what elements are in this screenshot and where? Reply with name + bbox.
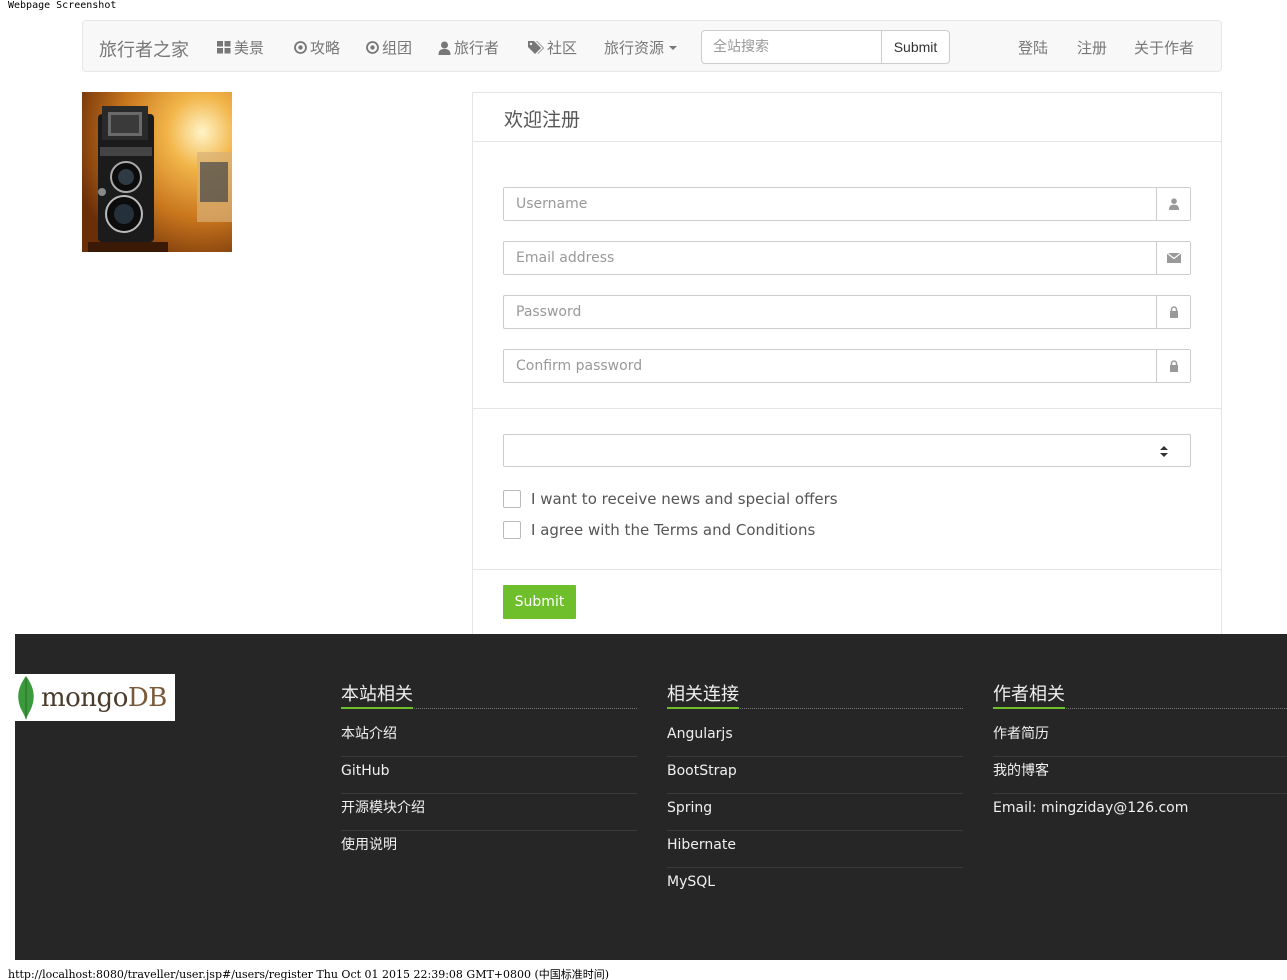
navbar: 旅行者之家 美景 攻略 组团 旅行者 社区 旅行资源 Submit 登陆 注册 … <box>82 20 1222 72</box>
footer-link[interactable]: 作者简历 <box>993 720 1287 757</box>
nav-item-scenery[interactable]: 美景 <box>217 37 264 58</box>
nav-item-resources-dropdown[interactable]: 旅行资源 <box>604 37 678 58</box>
mongodb-leaf-icon <box>18 675 34 720</box>
footer-column-links: 相关连接 Angularjs BootStrap Spring Hibernat… <box>667 680 963 905</box>
divider <box>473 569 1221 570</box>
terms-checkbox[interactable] <box>503 521 521 539</box>
target-icon <box>366 41 379 54</box>
footer-link[interactable]: 使用说明 <box>341 831 637 868</box>
footer-column-title-text: 相关连接 <box>667 684 739 705</box>
footer: mongoDB 本站相关 本站介绍 GitHub 开源模块介绍 使用说明 相关连… <box>15 634 1287 960</box>
footer-link[interactable]: Angularjs <box>667 720 963 757</box>
terms-checkbox-label: I agree with the Terms and Conditions <box>531 521 816 539</box>
target-icon <box>294 41 307 54</box>
envelope-icon <box>1156 242 1190 274</box>
register-panel: 欢迎注册 I want to receive news and special … <box>472 92 1222 637</box>
footer-link[interactable]: 开源模块介绍 <box>341 794 637 831</box>
login-link[interactable]: 登陆 <box>1018 37 1048 58</box>
grid-icon <box>217 41 231 54</box>
footer-column-title: 本站相关 <box>341 680 637 709</box>
confirm-password-input-group <box>503 349 1191 383</box>
nav-item-groups[interactable]: 组团 <box>366 37 412 58</box>
status-bar-url: http://localhost:8080/traveller/user.jsp… <box>8 968 610 980</box>
password-input[interactable] <box>504 296 1156 328</box>
nav-item-label: 社区 <box>547 39 578 57</box>
confirm-password-input[interactable] <box>504 350 1156 382</box>
screenshot-label: Webpage Screenshot <box>8 0 117 11</box>
about-author-link[interactable]: 关于作者 <box>1134 37 1194 58</box>
footer-column-title-text: 作者相关 <box>993 684 1065 705</box>
footer-link[interactable]: BootStrap <box>667 757 963 794</box>
nav-item-travelers[interactable]: 旅行者 <box>438 37 499 58</box>
nav-item-label: 美景 <box>234 39 265 57</box>
footer-column-site: 本站相关 本站介绍 GitHub 开源模块介绍 使用说明 <box>341 680 637 868</box>
footer-link[interactable]: 我的博客 <box>993 757 1287 794</box>
email-input-group <box>503 241 1191 275</box>
register-submit-button[interactable]: Submit <box>503 585 576 619</box>
footer-link[interactable]: Hibernate <box>667 831 963 868</box>
caret-down-icon <box>669 45 678 50</box>
footer-email: Email: mingziday@126.com <box>993 800 1189 816</box>
nav-item-label: 旅行者 <box>454 39 500 57</box>
camera-photo <box>82 92 232 252</box>
footer-link[interactable]: MySQL <box>667 868 963 905</box>
footer-link[interactable]: Spring <box>667 794 963 831</box>
divider <box>473 408 1221 409</box>
sort-arrows-icon <box>1160 446 1168 457</box>
terms-checkbox-row[interactable]: I agree with the Terms and Conditions <box>503 521 815 539</box>
footer-link[interactable]: 本站介绍 <box>341 720 637 757</box>
mongodb-logo: mongoDB <box>15 674 175 721</box>
nav-item-label: 攻略 <box>310 39 341 57</box>
lock-icon <box>1156 350 1190 382</box>
username-input[interactable] <box>504 188 1156 220</box>
tags-icon <box>528 40 544 54</box>
search-submit-button[interactable]: Submit <box>881 30 950 64</box>
register-title: 欢迎注册 <box>504 109 581 131</box>
divider <box>473 141 1221 142</box>
mongodb-logo-text-db: DB <box>127 682 167 713</box>
user-icon <box>1156 188 1190 220</box>
nav-item-label: 组团 <box>382 39 413 57</box>
news-checkbox-label: I want to receive news and special offer… <box>531 490 838 508</box>
footer-column-title: 作者相关 <box>993 680 1287 709</box>
news-checkbox-row[interactable]: I want to receive news and special offer… <box>503 490 838 508</box>
nav-item-community[interactable]: 社区 <box>528 37 577 58</box>
password-input-group <box>503 295 1191 329</box>
news-checkbox[interactable] <box>503 490 521 508</box>
email-input[interactable] <box>504 242 1156 274</box>
lock-icon <box>1156 296 1190 328</box>
register-link[interactable]: 注册 <box>1077 37 1107 58</box>
nav-item-guides[interactable]: 攻略 <box>294 37 340 58</box>
footer-link[interactable]: GitHub <box>341 757 637 794</box>
user-icon <box>438 41 451 55</box>
select-dropdown[interactable] <box>503 434 1191 467</box>
search-input[interactable] <box>701 30 881 64</box>
username-input-group <box>503 187 1191 221</box>
nav-item-label: 旅行资源 <box>604 39 665 57</box>
footer-column-author: 作者相关 作者简历 我的博客 Email: mingziday@126.com <box>993 680 1287 831</box>
footer-column-title: 相关连接 <box>667 680 963 709</box>
brand-link[interactable]: 旅行者之家 <box>99 36 189 62</box>
footer-column-title-text: 本站相关 <box>341 684 413 705</box>
mongodb-logo-text: mongo <box>41 682 128 713</box>
